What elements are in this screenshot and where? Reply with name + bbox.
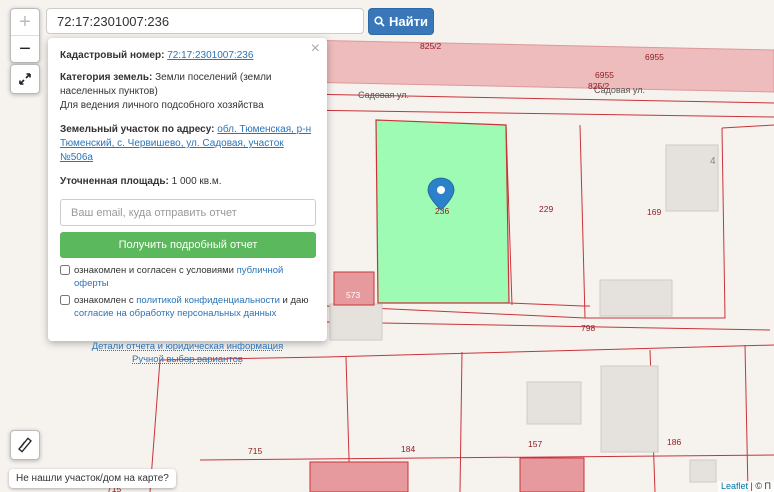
offer-consent-pre: ознакомлен и согласен с условиями xyxy=(74,265,237,276)
map-label-798: 798 xyxy=(581,323,595,333)
privacy-consent-text: ознакомлен с политикой конфиденциальност… xyxy=(74,294,315,320)
map-label-573: 573 xyxy=(346,290,360,300)
privacy-consent-pre: ознакомлен с xyxy=(74,295,137,306)
map-label-6955a: 6955 xyxy=(645,52,664,62)
address-row: Земельный участок по адресу: обл. Тюменс… xyxy=(60,123,315,165)
category-row: Категория земель: Земли поселений (земли… xyxy=(60,71,315,113)
expand-icon xyxy=(19,73,31,85)
map-label-4: 4 xyxy=(710,156,716,167)
search-button-label: Найти xyxy=(389,14,428,29)
category-label: Категория земель: xyxy=(60,72,153,83)
map-label-825-2a: 825/2 xyxy=(420,41,442,51)
map-label-715a: 715 xyxy=(248,446,262,456)
street-label-b: Садовая ул. xyxy=(594,85,645,95)
parcel-info-popup: × Кадастровый номер: 72:17:2301007:236 К… xyxy=(48,38,327,365)
map-label-229: 229 xyxy=(539,204,553,214)
ruler-button[interactable] xyxy=(10,430,40,460)
cadastral-row: Кадастровый номер: 72:17:2301007:236 xyxy=(60,49,315,63)
attribution-rest: П xyxy=(764,481,771,491)
zoom-control: + − xyxy=(10,8,40,63)
cadastral-link[interactable]: 72:17:2301007:236 xyxy=(167,50,253,61)
privacy-consent-mid: и даю xyxy=(279,295,309,306)
privacy-checkbox[interactable] xyxy=(60,295,70,305)
popup-links: Детали отчета и юридическая информация Р… xyxy=(60,340,315,366)
street-label-a: Садовая ул. xyxy=(358,90,409,100)
fullscreen-button[interactable] xyxy=(10,64,40,94)
offer-checkbox[interactable] xyxy=(60,265,70,275)
email-input[interactable] xyxy=(60,199,316,226)
leaflet-link[interactable]: Leaflet xyxy=(721,481,748,491)
privacy-consent: ознакомлен с политикой конфиденциальност… xyxy=(60,294,315,320)
search-icon xyxy=(374,16,385,27)
privacy-policy-link[interactable]: политикой конфиденциальности xyxy=(136,295,280,306)
address-label: Земельный участок по адресу: xyxy=(60,124,215,135)
zoom-out-button[interactable]: − xyxy=(11,36,39,62)
get-report-button[interactable]: Получить подробный отчет xyxy=(60,232,316,258)
manual-selection-link[interactable]: Ручной выбор вариантов xyxy=(60,353,315,366)
map-label-169: 169 xyxy=(647,207,661,217)
offer-consent: ознакомлен и согласен с условиями публич… xyxy=(60,264,315,290)
report-details-link[interactable]: Детали отчета и юридическая информация xyxy=(60,340,315,353)
attribution-sep: | © xyxy=(748,481,765,491)
area-row: Уточненная площадь: 1 000 кв.м. xyxy=(60,175,315,189)
map-label-6955b: 6955 xyxy=(595,70,614,80)
search-input[interactable] xyxy=(46,8,364,34)
search-button[interactable]: Найти xyxy=(368,8,434,35)
map-label-186: 186 xyxy=(667,437,681,447)
area-value: 1 000 кв.м. xyxy=(171,176,222,187)
cadastral-label: Кадастровый номер: xyxy=(60,50,165,61)
close-icon[interactable]: × xyxy=(311,41,320,57)
offer-consent-text: ознакомлен и согласен с условиями публич… xyxy=(74,264,315,290)
not-found-button[interactable]: Не нашли участок/дом на карте? xyxy=(9,469,176,488)
area-label: Уточненная площадь: xyxy=(60,176,169,187)
zoom-in-button[interactable]: + xyxy=(11,9,39,36)
map-label-157: 157 xyxy=(528,439,542,449)
map-attribution: Leaflet | © П xyxy=(718,481,774,492)
usage-value: Для ведения личного подсобного хозяйства xyxy=(60,100,264,111)
map-label-184: 184 xyxy=(401,444,415,454)
data-processing-link[interactable]: согласие на обработку персональных данны… xyxy=(74,308,276,319)
ruler-icon xyxy=(18,437,32,453)
